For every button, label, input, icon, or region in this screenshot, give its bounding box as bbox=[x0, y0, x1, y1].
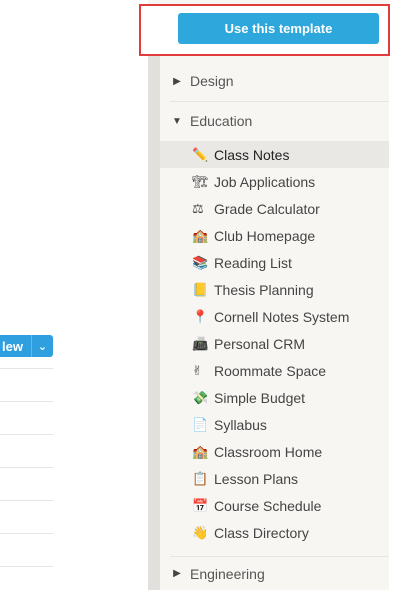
template-item-thesis-planning[interactable]: 📒 Thesis Planning bbox=[160, 276, 389, 303]
section-education[interactable]: ▼ Education bbox=[160, 101, 389, 141]
template-item-label: Class Directory bbox=[214, 524, 309, 541]
table-row bbox=[0, 566, 53, 567]
template-item-label: Lesson Plans bbox=[214, 470, 299, 487]
template-item-cornell-notes[interactable]: 📍 Cornell Notes System bbox=[160, 303, 389, 330]
template-item-label: Course Schedule bbox=[214, 497, 322, 514]
table-row bbox=[0, 401, 53, 402]
school-icon: 🏫 bbox=[192, 227, 209, 243]
template-item-label: Class Notes bbox=[214, 146, 290, 163]
template-item-lesson-plans[interactable]: 📋 Lesson Plans bbox=[160, 465, 389, 492]
table-row bbox=[0, 434, 53, 435]
pencil-icon: ✏️ bbox=[192, 146, 209, 162]
template-item-label: Syllabus bbox=[214, 416, 267, 433]
money-icon: 💸 bbox=[192, 389, 209, 405]
school-icon: 🏫 bbox=[192, 443, 209, 459]
template-item-syllabus[interactable]: 📄 Syllabus bbox=[160, 411, 389, 438]
section-label: Engineering bbox=[190, 565, 265, 582]
panel-edge bbox=[389, 0, 402, 590]
template-list: ✏️ Class Notes 🏗 Job Applications ⚖ Grad… bbox=[160, 141, 389, 546]
template-item-reading-list[interactable]: 📚 Reading List bbox=[160, 249, 389, 276]
chevron-down-icon[interactable]: ⌄ bbox=[30, 335, 53, 357]
pin-icon: 📍 bbox=[192, 308, 209, 324]
section-design[interactable]: ▶ Design bbox=[160, 61, 389, 101]
wave-icon: 👋 bbox=[192, 524, 209, 540]
chevron-right-icon: ▶ bbox=[173, 568, 181, 579]
chevron-down-icon: ▼ bbox=[172, 115, 182, 127]
document-icon: 📄 bbox=[192, 416, 209, 432]
template-item-class-notes[interactable]: ✏️ Class Notes bbox=[160, 141, 389, 168]
notebook-icon: 📒 bbox=[192, 281, 209, 297]
table-row bbox=[0, 368, 53, 369]
template-item-label: Grade Calculator bbox=[214, 200, 320, 217]
template-item-job-applications[interactable]: 🏗 Job Applications bbox=[160, 168, 389, 195]
template-item-label: Classroom Home bbox=[214, 443, 323, 460]
template-item-label: Cornell Notes System bbox=[214, 308, 350, 325]
new-button-label: lew bbox=[2, 338, 23, 354]
table-row bbox=[0, 533, 53, 534]
template-item-roommate-space[interactable]: ✌ Roommate Space bbox=[160, 357, 389, 384]
section-label: Design bbox=[190, 73, 234, 89]
template-item-label: Reading List bbox=[214, 254, 292, 271]
chevron-right-icon: ▶ bbox=[173, 75, 181, 87]
template-item-label: Thesis Planning bbox=[214, 281, 314, 298]
calendar-icon: 📅 bbox=[192, 497, 209, 513]
template-item-class-directory[interactable]: 👋 Class Directory bbox=[160, 519, 389, 546]
template-item-simple-budget[interactable]: 💸 Simple Budget bbox=[160, 384, 389, 411]
crane-icon: 🏗 bbox=[192, 173, 209, 189]
clipboard-icon: 📋 bbox=[192, 470, 209, 486]
template-item-label: Simple Budget bbox=[214, 389, 306, 406]
template-item-label: Club Homepage bbox=[214, 227, 316, 244]
template-item-label: Personal CRM bbox=[214, 335, 306, 352]
books-icon: 📚 bbox=[192, 254, 209, 270]
new-button[interactable]: lew ⌄ bbox=[0, 335, 53, 357]
peace-hand-icon: ✌ bbox=[192, 362, 203, 378]
scales-icon: ⚖ bbox=[192, 200, 204, 216]
template-item-grade-calculator[interactable]: ⚖ Grade Calculator bbox=[160, 195, 389, 222]
use-template-button[interactable]: Use this template bbox=[178, 13, 379, 44]
section-engineering[interactable]: ▶ Engineering bbox=[160, 557, 389, 590]
table-row bbox=[0, 500, 53, 501]
template-item-course-schedule[interactable]: 📅 Course Schedule bbox=[160, 492, 389, 519]
template-item-personal-crm[interactable]: 📠 Personal CRM bbox=[160, 330, 389, 357]
template-item-label: Roommate Space bbox=[214, 362, 327, 379]
fax-icon: 📠 bbox=[192, 335, 209, 351]
template-item-classroom-home[interactable]: 🏫 Classroom Home bbox=[160, 438, 389, 465]
table-row bbox=[0, 467, 53, 468]
background-page: lew ⌄ bbox=[0, 0, 148, 590]
scrollbar[interactable] bbox=[148, 45, 160, 590]
template-item-club-homepage[interactable]: 🏫 Club Homepage bbox=[160, 222, 389, 249]
section-label: Education bbox=[190, 113, 253, 129]
template-item-label: Job Applications bbox=[214, 173, 316, 190]
